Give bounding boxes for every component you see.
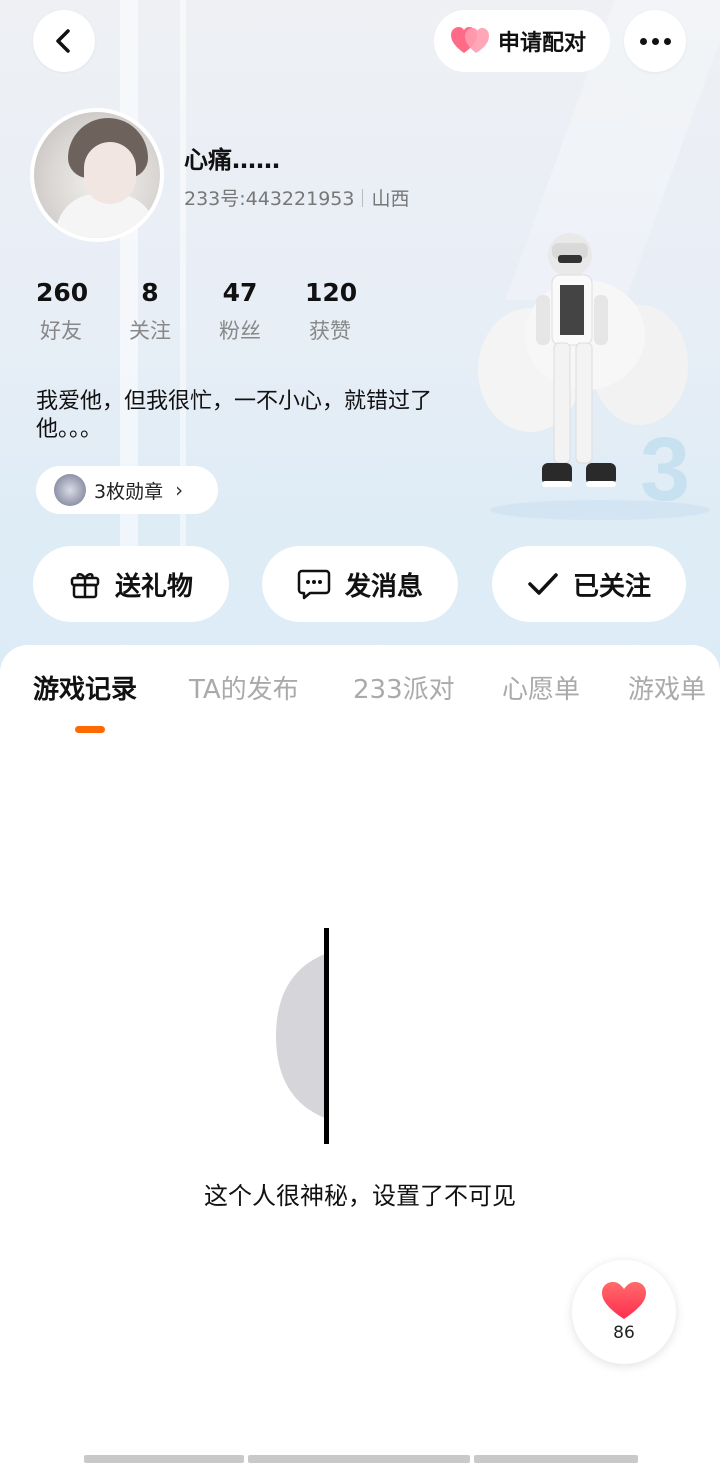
medal-icon [54,474,86,506]
send-message-label: 发消息 [344,571,423,602]
tab-233-party[interactable]: 233派对 [353,668,455,712]
user-bio: 我爱他，但我很忙，一不小心，就错过了他。。。 [36,389,433,442]
following-button[interactable]: 已关注 [492,546,686,622]
chevron-left-icon [56,29,70,53]
like-button[interactable]: 86 [572,1260,676,1364]
apply-match-button[interactable]: 申请配对 [434,10,610,72]
stat-label: 粉丝 [219,319,261,343]
stat-value: 47 [222,278,258,307]
user-avatar[interactable] [30,108,164,242]
3d-avatar-figure[interactable]: 3 [470,225,710,525]
username: 心痛…… [184,146,280,174]
stat-value: 120 [305,278,358,307]
svg-text:3: 3 [640,420,690,520]
divider [362,188,364,207]
stat-label: 获赞 [309,319,351,343]
bottom-partial-bar [84,1455,638,1463]
stat-friends[interactable]: 260 好友 [36,278,89,344]
badges-button[interactable]: 3枚勋章 › [36,466,218,514]
stat-fans[interactable]: 47 粉丝 [215,278,265,344]
tab-wishlist[interactable]: 心愿单 [502,668,580,712]
tab-ta-posts[interactable]: TA的发布 [189,668,299,712]
chat-bubble-icon [297,569,331,600]
chevron-right-icon: › [175,478,184,502]
stat-value: 260 [36,278,89,307]
user-id-line: 233号:443221953 山西 [184,184,409,211]
heart-icon [602,1282,646,1319]
following-label: 已关注 [572,571,651,602]
send-message-button[interactable]: 发消息 [262,546,458,622]
stat-value: 8 [141,278,159,307]
stat-label: 好友 [40,319,82,343]
tab-game-records[interactable]: 游戏记录 [33,668,137,712]
empty-state-text: 这个人很神秘，设置了不可见 [204,1182,516,1210]
double-heart-icon [451,27,489,53]
checkmark-icon [528,573,558,595]
stat-likes[interactable]: 120 获赞 [305,278,358,344]
send-gift-label: 送礼物 [114,571,193,602]
user-location: 山西 [371,188,410,210]
more-dots-icon [639,37,671,45]
badges-label: 3枚勋章 [94,480,164,503]
tab-game-list[interactable]: 游戏单 [628,668,706,712]
back-button[interactable] [33,10,95,72]
tab-bar: 游戏记录 TA的发布 233派对 心愿单 游戏单 [0,668,720,718]
stat-following[interactable]: 8 关注 [125,278,175,344]
active-tab-indicator [75,726,105,733]
more-options-button[interactable] [624,10,686,72]
apply-match-label: 申请配对 [498,31,587,56]
door-ajar-icon [276,928,329,1144]
user-id: 233号:443221953 [184,188,355,210]
stat-label: 关注 [129,319,171,343]
like-count: 86 [613,1323,635,1343]
gift-icon [70,573,100,599]
send-gift-button[interactable]: 送礼物 [33,546,229,622]
